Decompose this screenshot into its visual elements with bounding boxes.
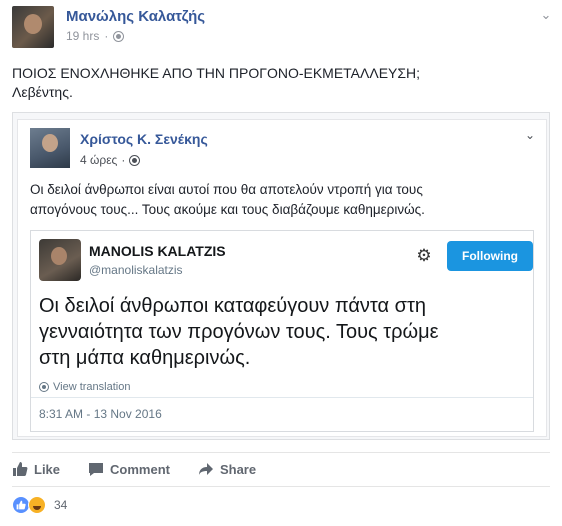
globe-icon[interactable]: [113, 30, 125, 42]
share-label: Share: [219, 461, 257, 477]
comment-button[interactable]: Comment: [88, 461, 170, 477]
shared-text-line: Οι δειλοί άνθρωποι είναι αυτοί που θα απ…: [30, 182, 423, 197]
following-button: Following: [447, 241, 533, 271]
shared-author-name: Χρίστος Κ. Σενέκης: [80, 131, 208, 147]
shared-text-line: απογόνους τους... Τους ακούμε και τους δ…: [30, 202, 425, 217]
gear-icon: ⚙: [416, 246, 432, 265]
view-translation-label: View translation: [53, 381, 131, 393]
post-text-line: Λεβέντης.: [12, 84, 73, 100]
reaction-count: 34: [54, 498, 68, 512]
view-translation-link: View translation: [39, 381, 130, 393]
shared-meta: 4 ώρες ·: [80, 153, 141, 167]
tweet-avatar: [39, 239, 81, 281]
post-text-line: ΠΟΙΟΣ ΕΝΟΧΛΗΘΗΚΕ ΑΠΟ ΤΗΝ ΠΡΟΓΟΝΟ-ΕΚΜΕΤΑΛ…: [12, 65, 421, 81]
comment-icon: [89, 463, 104, 476]
thumbs-up-icon: [13, 462, 28, 476]
globe-icon: [129, 154, 141, 166]
shared-timestamp: 4 ώρες: [80, 153, 118, 167]
tweet-body-line: γενναιότητα των προγόνων τους. Τους τρώμ…: [39, 321, 439, 343]
shared-post-card: Χρίστος Κ. Σενέκης 4 ώρες · ⌄ Οι δειλοί …: [17, 119, 547, 437]
post-text: ΠΟΙΟΣ ΕΝΟΧΛΗΘΗΚΕ ΑΠΟ ΤΗΝ ΠΡΟΓΟΝΟ-ΕΚΜΕΤΑΛ…: [12, 64, 552, 102]
reactions-summary[interactable]: 34: [12, 496, 67, 514]
share-button[interactable]: Share: [198, 461, 256, 477]
meta-separator: ·: [121, 153, 126, 167]
haha-reaction-icon: [28, 496, 46, 514]
globe-icon: [39, 382, 49, 392]
divider: [12, 452, 550, 453]
like-label: Like: [34, 461, 61, 477]
comment-label: Comment: [110, 461, 170, 477]
tweet-body-line: Οι δειλοί άνθρωποι καταφεύγουν πάντα στη: [39, 295, 427, 317]
tweet-screenshot: MANOLIS KALATZIS @manoliskalatzis ⚙ Foll…: [30, 230, 534, 432]
tweet-handle: @manoliskalatzis: [89, 263, 183, 277]
tweet-body-line: στη μάπα καθημερινώς.: [39, 347, 251, 369]
share-icon: [198, 463, 213, 475]
thumbs-up-icon: [16, 500, 26, 510]
like-button[interactable]: Like: [12, 461, 60, 477]
shared-author-avatar: [30, 128, 70, 168]
post-author-name[interactable]: Μανώλης Καλατζής: [66, 8, 205, 25]
divider: [12, 486, 550, 487]
author-avatar[interactable]: [12, 6, 54, 48]
post-header: Μανώλης Καλατζής 19 hrs · ⌄: [12, 6, 552, 48]
shared-post-text: Οι δειλοί άνθρωποι είναι αυτοί που θα απ…: [30, 180, 530, 220]
divider: [31, 397, 533, 398]
chevron-down-icon[interactable]: ⌄: [537, 6, 555, 24]
tweet-name: MANOLIS KALATZIS: [89, 243, 226, 259]
post-timestamp[interactable]: 19 hrs: [66, 29, 99, 43]
meta-separator: ·: [104, 29, 109, 43]
post-meta: 19 hrs ·: [66, 29, 125, 43]
tweet-body: Οι δειλοί άνθρωποι καταφεύγουν πάντα στη…: [39, 293, 531, 371]
shared-photo[interactable]: Χρίστος Κ. Σενέκης 4 ώρες · ⌄ Οι δειλοί …: [12, 112, 550, 440]
tweet-timestamp: 8:31 AM - 13 Nov 2016: [39, 407, 162, 421]
chevron-down-icon: ⌄: [525, 128, 536, 142]
action-bar: Like Comment Share: [12, 454, 550, 484]
